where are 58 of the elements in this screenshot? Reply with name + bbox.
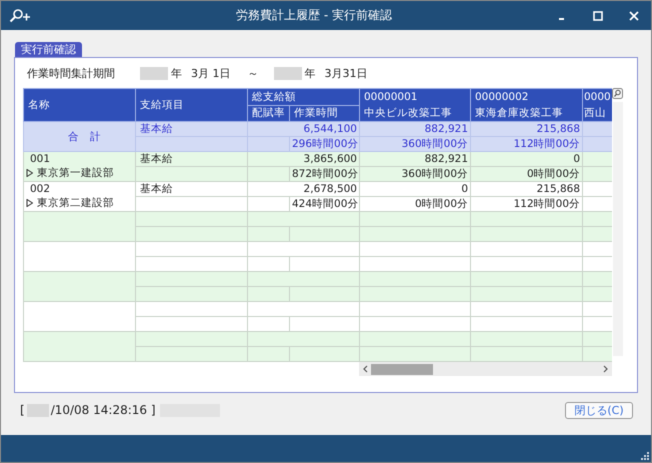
- table-cell: 215,868: [470, 182, 582, 196]
- redacted-year: [26, 404, 49, 416]
- table-cell: 360時間00分: [360, 166, 470, 182]
- table-cell: 2,678,500: [248, 182, 360, 196]
- table-cell: 東京第一建設部: [37, 166, 114, 180]
- column-header: 作業時間: [290, 105, 360, 122]
- table-cell: 0時間00分: [360, 196, 470, 212]
- close-button[interactable]: 閉じる(C): [565, 402, 633, 418]
- horizontal-scrollbar[interactable]: [359, 362, 612, 376]
- table-cell: 296時間00分: [290, 136, 360, 152]
- year-unit: 年: [304, 66, 316, 80]
- table-cell: 424時間00分: [290, 196, 360, 212]
- maximize-icon[interactable]: [593, 10, 603, 20]
- timestamp-bracket: [: [20, 403, 25, 417]
- timestamp: /10/08 14:28:16 ]: [50, 403, 156, 417]
- tab[interactable]: 実行前確認: [15, 42, 82, 57]
- column-header: 00000002 東海倉庫改築工事: [470, 88, 582, 122]
- table-cell: 112時間00分: [470, 196, 582, 212]
- table-cell: 872時間00分: [290, 166, 360, 182]
- table-cell: 東京第二建設部: [37, 196, 114, 210]
- table-cell: 基本給: [136, 182, 248, 196]
- table-cell: 0: [360, 182, 470, 196]
- scrollbar-thumb[interactable]: [371, 364, 433, 374]
- table-cell: 合 計: [24, 122, 136, 152]
- end-date: 3月31日: [324, 66, 368, 80]
- table-cell-text: 001: [30, 152, 52, 166]
- column-header: 0000 西山: [582, 88, 612, 122]
- table-cell: 基本給: [136, 152, 248, 166]
- table-cell: 882,921: [360, 152, 470, 166]
- search-icon[interactable]: [612, 88, 623, 99]
- column-header: 名称: [24, 88, 136, 122]
- start-date: 3月 1日: [191, 66, 230, 80]
- close-icon[interactable]: [629, 10, 639, 20]
- redacted-year: [274, 66, 302, 80]
- table-cell: 6,544,100: [248, 122, 360, 136]
- table-cell: 360時間00分: [360, 136, 470, 152]
- table-cell: 215,868: [470, 122, 582, 136]
- column-header: 総支給額: [248, 88, 360, 105]
- year-unit: 年: [171, 66, 182, 80]
- table-cell-text: 002: [30, 182, 52, 196]
- table-cell: 基本給: [136, 122, 248, 136]
- table-cell: 0: [470, 152, 582, 166]
- column-header: 配賦率: [248, 105, 290, 122]
- table-cell: 112時間00分: [470, 136, 582, 152]
- expander-icon[interactable]: [26, 169, 33, 177]
- column-header: 支給項目: [136, 88, 248, 122]
- period-label: 作業時間集計期間: [27, 66, 115, 80]
- vertical-scrollbar[interactable]: [613, 102, 623, 356]
- table-cell: 0時間00分: [470, 166, 582, 182]
- redacted-year: [140, 66, 168, 80]
- window-title: 労務費計上履歴 - 実行前確認: [235, 7, 393, 24]
- table-cell: 3,865,600: [248, 152, 360, 166]
- resize-grip-icon[interactable]: [641, 452, 649, 460]
- range-separator: ～: [248, 66, 258, 80]
- table-cell: 882,921: [360, 122, 470, 136]
- expander-icon[interactable]: [26, 199, 33, 207]
- column-header: 00000001 中央ビル改築工事: [360, 88, 470, 122]
- search-plus-icon[interactable]: [9, 8, 31, 22]
